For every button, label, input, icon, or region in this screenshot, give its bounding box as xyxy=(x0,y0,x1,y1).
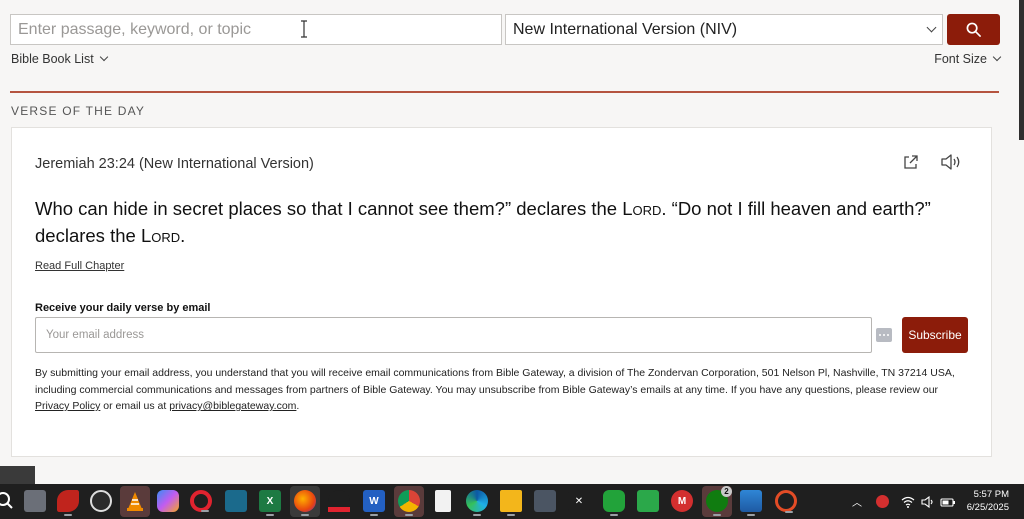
file-icon[interactable] xyxy=(435,490,451,512)
app-icon-orange-ring[interactable] xyxy=(775,490,797,513)
notification-badge: 2 xyxy=(721,486,732,497)
chrome-icon[interactable] xyxy=(398,490,420,516)
lord-small-caps: Lord xyxy=(140,225,181,246)
volume-icon[interactable] xyxy=(921,495,935,508)
search-bar: New International Version (NIV) xyxy=(10,14,1000,45)
font-size-toggle[interactable]: Font Size xyxy=(934,52,1002,66)
app-icon-red-bird[interactable] xyxy=(57,490,79,516)
sub-nav: Bible Book List Font Size xyxy=(10,52,1002,68)
calculator-icon[interactable] xyxy=(534,490,556,512)
disclaimer-text: By submitting your email address, you un… xyxy=(35,367,955,396)
system-clock[interactable]: 5:57 PM 6/25/2025 xyxy=(967,488,1009,514)
app-icon-green-clapper[interactable] xyxy=(637,490,659,512)
speaker-icon[interactable] xyxy=(941,154,962,170)
app-icon-hat[interactable] xyxy=(328,490,350,512)
lord-small-caps: Lord xyxy=(622,198,662,219)
verse-text-part: . xyxy=(180,225,186,246)
subscribe-button[interactable]: Subscribe xyxy=(902,317,968,353)
excel-icon[interactable]: X xyxy=(259,490,281,516)
search-button[interactable] xyxy=(947,14,1000,45)
verse-text: Who can hide in secret places so that I … xyxy=(35,195,965,249)
system-tray: ︿ xyxy=(852,484,956,519)
disclaimer-text: or email us at xyxy=(100,400,170,412)
word-icon[interactable]: W xyxy=(363,490,385,516)
verse-text-part: Who can hide in secret places so that I … xyxy=(35,198,623,219)
edge-icon[interactable] xyxy=(466,490,488,516)
privacy-policy-link[interactable]: Privacy Policy xyxy=(35,400,100,412)
firefox-icon[interactable] xyxy=(294,490,316,516)
app-icon-green-sync[interactable] xyxy=(603,490,625,516)
wifi-icon[interactable] xyxy=(901,496,915,508)
bible-book-list-label: Bible Book List xyxy=(11,52,94,66)
search-icon xyxy=(966,22,981,37)
obs-icon[interactable] xyxy=(90,490,112,512)
search-icon[interactable] xyxy=(0,490,16,512)
clock-time: 5:57 PM xyxy=(973,489,1009,500)
verse-reference: Jeremiah 23:24 (New International Versio… xyxy=(35,156,314,172)
copilot-icon[interactable] xyxy=(157,490,179,512)
password-manager-icon xyxy=(876,328,892,342)
file-explorer-icon[interactable] xyxy=(500,490,522,516)
tray-app-icon[interactable] xyxy=(876,495,889,508)
app-icon-mosquito[interactable]: ✕ xyxy=(568,490,590,512)
version-select[interactable]: New International Version (NIV) xyxy=(505,14,943,45)
email-disclaimer: By submitting your email address, you un… xyxy=(35,365,970,415)
opera-icon[interactable] xyxy=(190,490,212,512)
app-icon-m-red[interactable]: M xyxy=(671,490,693,512)
share-icon[interactable] xyxy=(903,154,919,170)
font-size-label: Font Size xyxy=(934,52,987,66)
clock-date: 6/25/2025 xyxy=(966,502,1009,513)
read-full-chapter-link[interactable]: Read Full Chapter xyxy=(35,260,124,272)
privacy-email-link[interactable]: privacy@biblegateway.com xyxy=(169,400,296,412)
page-corner-block xyxy=(0,466,35,484)
chevron-down-icon xyxy=(99,52,108,62)
vlc-icon[interactable] xyxy=(124,490,146,512)
email-field[interactable] xyxy=(35,317,872,353)
email-signup-label: Receive your daily verse by email xyxy=(35,302,211,314)
photos-icon[interactable] xyxy=(740,490,762,516)
verse-of-the-day-heading: VERSE OF THE DAY xyxy=(11,104,146,118)
disclaimer-text: . xyxy=(296,400,300,412)
chevron-up-icon[interactable]: ︿ xyxy=(852,494,862,509)
chevron-down-icon xyxy=(926,22,937,33)
passage-search-input[interactable] xyxy=(10,14,502,45)
version-select-label: New International Version (NIV) xyxy=(513,20,738,38)
chevron-down-icon xyxy=(992,52,1002,62)
section-divider xyxy=(10,91,999,93)
verse-of-the-day-card: Jeremiah 23:24 (New International Versio… xyxy=(11,127,992,457)
scrollbar[interactable] xyxy=(1019,0,1024,140)
battery-icon[interactable] xyxy=(940,496,956,508)
windows-taskbar: X W ✕ M 2 ︿ 5:57 PM 6/25/2025 xyxy=(0,484,1024,519)
task-view-icon[interactable] xyxy=(24,490,46,512)
bible-book-list-toggle[interactable]: Bible Book List xyxy=(11,52,108,66)
xbox-icon[interactable]: 2 xyxy=(706,486,732,516)
app-icon-blue-window[interactable] xyxy=(225,490,247,512)
